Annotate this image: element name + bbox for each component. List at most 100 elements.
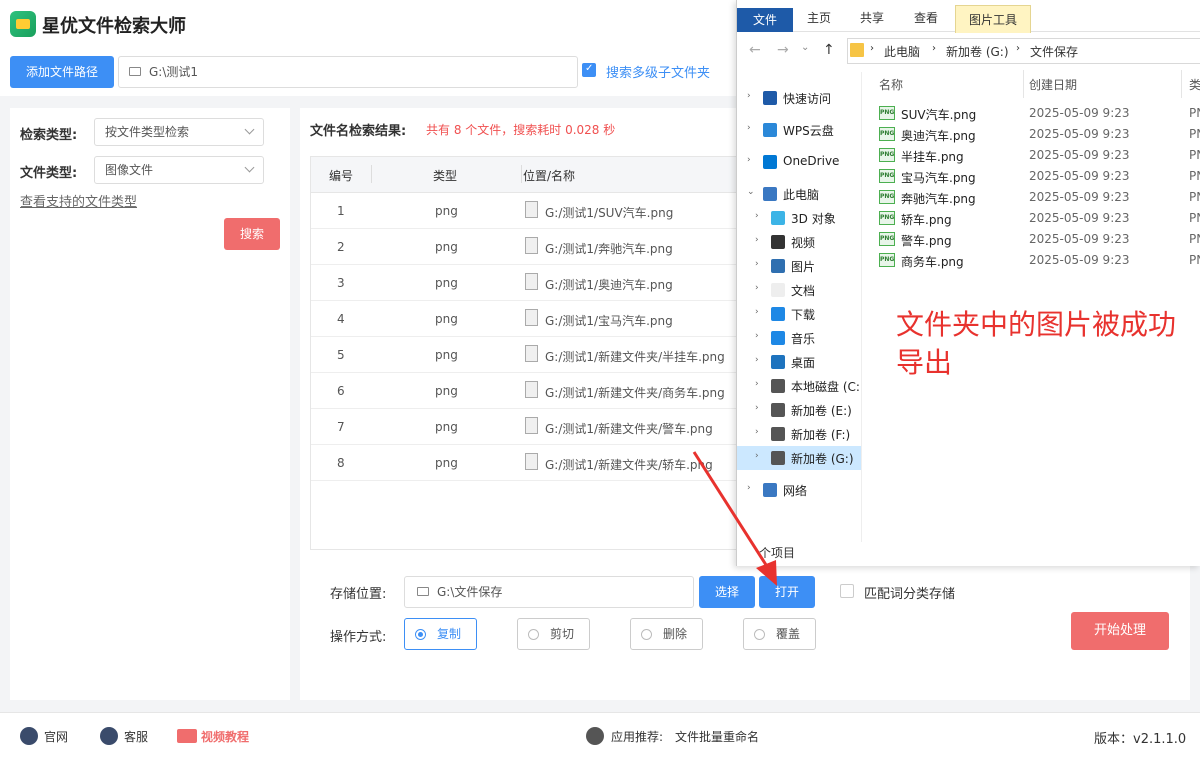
expand-chevron-icon[interactable]: › xyxy=(747,155,751,165)
cell-type: png xyxy=(435,312,458,326)
tab-home[interactable]: 主页 xyxy=(807,9,831,26)
save-location-input[interactable]: G:\文件保存 xyxy=(404,576,694,608)
expand-chevron-icon[interactable]: › xyxy=(755,427,759,437)
op-delete-radio[interactable]: 删除 xyxy=(630,618,703,650)
search-type-label: 检索类型: xyxy=(20,128,78,143)
expand-chevron-icon[interactable]: › xyxy=(755,211,759,221)
tab-file[interactable]: 文件 xyxy=(737,8,793,32)
expand-chevron-icon[interactable]: › xyxy=(747,123,751,133)
path-input[interactable]: G:\测试1 xyxy=(118,56,578,88)
expand-chevron-icon[interactable]: › xyxy=(755,307,759,317)
up-arrow-icon[interactable]: ↑ xyxy=(823,42,835,58)
explorer-file-row[interactable]: PNG 奔驰汽车.png 2025-05-09 9:23 PN xyxy=(879,187,1200,208)
nav-item[interactable]: › 3D 对象 xyxy=(737,206,861,230)
file-type-label: 文件类型: xyxy=(20,166,78,181)
col-date-header[interactable]: 创建日期 xyxy=(1029,76,1077,93)
tab-view[interactable]: 查看 xyxy=(914,9,938,26)
col-type[interactable]: 类型 xyxy=(433,167,457,184)
expand-chevron-icon[interactable]: › xyxy=(755,355,759,365)
col-number[interactable]: 编号 xyxy=(329,167,353,184)
nav-item[interactable]: ⌄ 此电脑 xyxy=(737,182,861,206)
file-icon xyxy=(525,417,538,434)
match-category-checkbox[interactable] xyxy=(840,584,854,598)
nav-item-icon xyxy=(763,187,777,201)
explorer-file-row[interactable]: PNG 半挂车.png 2025-05-09 9:23 PN xyxy=(879,145,1200,166)
breadcrumb-sep-icon: › xyxy=(932,43,936,54)
expand-chevron-icon[interactable]: › xyxy=(755,331,759,341)
cell-number: 2 xyxy=(337,240,345,254)
nav-item[interactable]: › 下载 xyxy=(737,302,861,326)
op-cut-radio[interactable]: 剪切 xyxy=(517,618,590,650)
explorer-file-row[interactable]: PNG 商务车.png 2025-05-09 9:23 PN xyxy=(879,250,1200,271)
app-title: 星优文件检索大师 xyxy=(42,16,186,37)
expand-chevron-icon[interactable]: › xyxy=(755,283,759,293)
nav-item[interactable]: › 文档 xyxy=(737,278,861,302)
search-subfolders-label[interactable]: 搜索多级子文件夹 xyxy=(606,62,710,81)
png-file-icon: PNG xyxy=(879,169,895,183)
nav-item[interactable]: › 音乐 xyxy=(737,326,861,350)
expand-chevron-icon[interactable]: › xyxy=(747,91,751,101)
expand-chevron-icon[interactable]: › xyxy=(755,403,759,413)
start-process-button[interactable]: 开始处理 xyxy=(1071,612,1169,650)
nav-item[interactable]: › 新加卷 (E:) xyxy=(737,398,861,422)
cell-number: 1 xyxy=(337,204,345,218)
cell-type: png xyxy=(435,384,458,398)
file-date: 2025-05-09 9:23 xyxy=(1029,169,1130,183)
op-copy-radio[interactable]: 复制 xyxy=(404,618,477,650)
explorer-file-row[interactable]: PNG 轿车.png 2025-05-09 9:23 PN xyxy=(879,208,1200,229)
breadcrumb-folder[interactable]: 文件保存 xyxy=(1030,43,1078,60)
cell-path: G:/测试1/SUV汽车.png xyxy=(545,206,674,220)
nav-item[interactable]: › WPS云盘 xyxy=(737,118,861,142)
nav-item[interactable]: › 本地磁盘 (C: xyxy=(737,374,861,398)
explorer-file-row[interactable]: PNG 宝马汽车.png 2025-05-09 9:23 PN xyxy=(879,166,1200,187)
recommend-app-link[interactable]: 文件批量重命名 xyxy=(675,728,759,745)
file-type-select[interactable]: 图像文件 xyxy=(94,156,264,184)
file-name: 半挂车.png xyxy=(901,150,964,164)
search-subfolders-checkbox[interactable] xyxy=(582,63,596,77)
expand-chevron-icon[interactable]: › xyxy=(755,259,759,269)
nav-item[interactable]: › 视频 xyxy=(737,230,861,254)
video-tutorial-link[interactable]: 视频教程 xyxy=(201,728,249,745)
nav-item[interactable]: › OneDrive xyxy=(737,150,861,174)
nav-item-label: 本地磁盘 (C: xyxy=(791,380,860,394)
recent-chevron-icon[interactable]: ⌄ xyxy=(801,42,809,53)
radio-dot-icon xyxy=(415,629,426,640)
col-divider xyxy=(371,165,372,183)
nav-item[interactable]: › 桌面 xyxy=(737,350,861,374)
add-path-button[interactable]: 添加文件路径 xyxy=(10,56,114,88)
search-button[interactable]: 搜索 xyxy=(224,218,280,250)
nav-item-icon xyxy=(771,355,785,369)
search-type-select[interactable]: 按文件类型检索 xyxy=(94,118,264,146)
operation-label: 操作方式: xyxy=(330,630,387,645)
nav-item[interactable]: › 图片 xyxy=(737,254,861,278)
tab-share[interactable]: 共享 xyxy=(860,9,884,26)
folder-icon xyxy=(129,67,141,76)
results-label: 文件名检索结果: xyxy=(310,124,407,139)
breadcrumb-this-pc[interactable]: 此电脑 xyxy=(884,43,920,60)
expand-chevron-icon[interactable]: › xyxy=(755,379,759,389)
col-type-header[interactable]: 类 xyxy=(1189,76,1200,93)
cell-path: G:/测试1/奥迪汽车.png xyxy=(545,278,673,292)
op-overwrite-radio[interactable]: 覆盖 xyxy=(743,618,816,650)
search-type-value: 按文件类型检索 xyxy=(105,125,190,139)
match-category-label[interactable]: 匹配词分类存储 xyxy=(864,583,955,602)
expand-chevron-icon[interactable]: › xyxy=(755,235,759,245)
supported-types-link[interactable]: 查看支持的文件类型 xyxy=(20,191,137,210)
forward-arrow-icon[interactable]: → xyxy=(777,42,789,58)
explorer-file-row[interactable]: PNG 警车.png 2025-05-09 9:23 PN xyxy=(879,229,1200,250)
official-site-link[interactable]: 官网 xyxy=(44,728,68,745)
file-type: PN xyxy=(1189,127,1200,141)
expand-chevron-icon[interactable]: ⌄ xyxy=(747,187,755,197)
explorer-file-row[interactable]: PNG SUV汽车.png 2025-05-09 9:23 PN xyxy=(879,103,1200,124)
explorer-file-row[interactable]: PNG 奥迪汽车.png 2025-05-09 9:23 PN xyxy=(879,124,1200,145)
breadcrumb-drive-g[interactable]: 新加卷 (G:) xyxy=(946,43,1009,60)
back-arrow-icon[interactable]: ← xyxy=(749,42,761,58)
cell-type: png xyxy=(435,240,458,254)
col-name-header[interactable]: 名称 xyxy=(879,76,903,93)
nav-item-icon xyxy=(771,427,785,441)
tab-picture-tools[interactable]: 图片工具 xyxy=(955,5,1031,33)
nav-item[interactable]: › 快速访问 xyxy=(737,86,861,110)
col-path[interactable]: 位置/名称 xyxy=(523,167,575,184)
support-link[interactable]: 客服 xyxy=(124,728,148,745)
address-bar[interactable]: › 此电脑 › 新加卷 (G:) › 文件保存 xyxy=(847,38,1200,64)
